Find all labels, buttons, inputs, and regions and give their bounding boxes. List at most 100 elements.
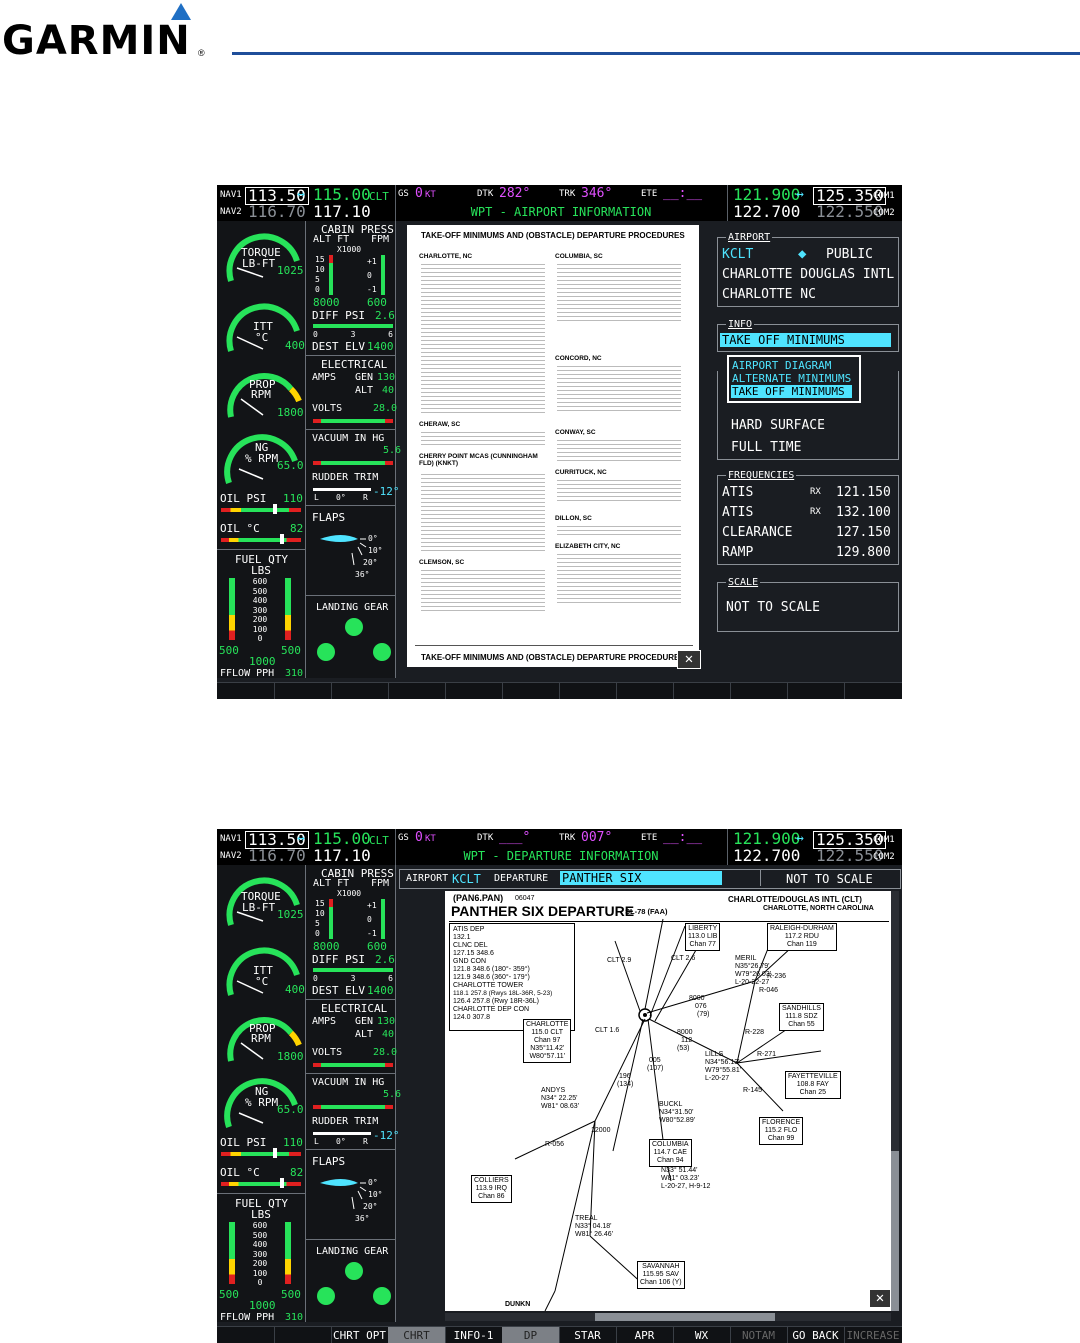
fix-buckl: BUCKL N34°31.50' W80°52.89' [659,1101,696,1124]
nav1-standby-freq[interactable]: 115.00 [313,187,371,203]
cabin-rate-scale: +1 0 -1 [367,901,377,938]
softkey-chrt-opt[interactable]: CHRT OPT [331,1327,389,1343]
com-swap-arrow-icon[interactable]: ↔ [796,832,804,845]
nav2-active-freq[interactable]: 116.70 [248,204,306,220]
departure-selector[interactable]: PANTHER SIX [560,871,722,885]
nav1-label: NAV1 [220,190,242,200]
fuel-qty-unit: LBS [251,564,271,577]
softkey-11[interactable] [787,683,845,699]
com1-standby-freq[interactable]: 121.900 [733,831,800,847]
nav1-standby-freq[interactable]: 115.00 [313,831,371,847]
oil-temp-pointer [280,534,284,544]
softkey-increase[interactable]: INCREASE [844,1327,902,1343]
menu-alternate-minimums[interactable]: ALTERNATE MINIMUMS [732,372,851,385]
route-label: 8000 [677,1029,693,1036]
close-icon[interactable]: ✕ [677,650,701,669]
softkey-3[interactable] [331,683,389,699]
info-dropdown-menu[interactable]: AIRPORT DIAGRAM ALTERNATE MINIMUMS TAKE … [727,355,861,403]
route-label: R-228 [745,1029,765,1036]
dest-elv-value: 1400 [367,984,394,997]
softkey-5[interactable] [445,683,503,699]
softkey-notam[interactable]: NOTAM [730,1327,788,1343]
softkey-info-1[interactable]: INFO-1 [445,1327,503,1343]
rudder-0: 0° [336,1137,346,1146]
fuel-total-value: 1000 [249,1299,276,1312]
com1-standby-freq[interactable]: 121.900 [733,187,800,203]
nav1-label: NAV1 [220,834,242,844]
dest-elv-label: DEST ELV [312,984,365,997]
softkey-10[interactable] [730,683,788,699]
airport-ident[interactable]: KCLT [452,873,481,885]
swap-arrow-icon[interactable]: ↔ [297,832,305,845]
softkey-1[interactable] [217,1327,275,1343]
facility-savannah: SAVANNAH 115.95 SAV Chan 106 (Y) [637,1261,685,1289]
facility-columbia: COLUMBIA 114.7 CAE Chan 94 [649,1139,692,1167]
cabin-alt-bar [329,899,333,939]
softkey-2[interactable] [274,1327,332,1343]
fuel-left-bar [229,1222,235,1284]
airport-ident[interactable]: KCLT [722,248,753,261]
chart-vertical-scrollbar[interactable] [891,891,899,1311]
nav2-standby-freq[interactable]: 117.10 [313,204,371,220]
nav2-active-freq[interactable]: 116.70 [248,848,306,864]
nav2-standby-freq[interactable]: 117.10 [313,848,371,864]
softkey-9[interactable] [673,683,731,699]
softkey-1[interactable] [217,683,275,699]
softkey-go-back[interactable]: GO BACK [787,1327,845,1343]
info-selector[interactable]: TAKE OFF MINIMUMS [720,333,891,347]
freq-value[interactable]: 127.150 [836,526,891,539]
fuel-right-value: 500 [281,1288,301,1301]
registered-mark: ® [198,48,205,58]
vertical-scroll-thumb[interactable] [891,1151,899,1311]
com2-label: COM2 [873,208,895,218]
softkey-4[interactable] [388,683,446,699]
freq-value[interactable]: 132.100 [836,506,891,519]
fuel-right-bar [285,1222,291,1284]
scale-panel: SCALE NOT TO SCALE [717,577,899,632]
ng-unit: % RPM [245,452,279,465]
landing-gear-label: LANDING GEAR [316,602,389,613]
com1-label: COM1 [873,835,895,845]
eis-divider [217,1193,305,1194]
airport-type: PUBLIC [826,247,873,262]
horizontal-scroll-thumb[interactable] [595,1313,775,1321]
fuel-qty-unit: LBS [251,1208,271,1221]
swap-arrow-icon[interactable]: ↔ [297,188,305,201]
menu-airport-diagram[interactable]: AIRPORT DIAGRAM [732,359,831,372]
softkey-7[interactable] [559,683,617,699]
softkey-8[interactable] [616,683,674,699]
cabin-rate-bar [381,255,385,295]
rudder-r: R [363,493,368,502]
softkey-chrt[interactable]: CHRT [388,1327,446,1343]
softkey-dp[interactable]: DP [502,1327,560,1343]
torque-value: 1025 [277,264,304,277]
softkey-star[interactable]: STAR [559,1327,617,1343]
route-label: (53) [677,1045,690,1052]
softkey-wx[interactable]: WX [673,1327,731,1343]
freq-value[interactable]: 129.800 [836,546,891,559]
top-status-bar: NAV1 113.50 ↔ 115.00 CLT NAV2 116.70 117… [217,185,902,221]
menu-take-off-minimums[interactable]: TAKE OFF MINIMUMS [731,385,852,398]
freq-name: ATIS [722,485,754,500]
com2-standby-freq[interactable]: 122.700 [733,848,800,864]
chart-horizontal-scrollbar[interactable] [445,1313,891,1321]
com-swap-arrow-icon[interactable]: ↔ [796,188,804,201]
softkey-2[interactable] [274,683,332,699]
softkey-6[interactable] [502,683,560,699]
facility-colliers: COLLIERS 113.9 IRQ Chan 86 [471,1175,512,1203]
ete-value: __:__ [663,830,703,845]
freq-value[interactable]: 121.150 [836,486,891,499]
departure-chart-page[interactable]: (PAN6.PAN) 06047 PANTHER SIX DEPARTURE S… [445,891,891,1311]
flaps-20: 20° [363,558,378,567]
com2-standby-freq[interactable]: 122.700 [733,204,800,220]
alt-value: 40 [382,385,395,396]
close-icon[interactable]: ✕ [869,1289,891,1308]
softkey-bar [217,682,902,699]
softkey-apr[interactable]: APR [616,1327,674,1343]
gs-value: 0 [415,186,423,201]
com1-label: COM1 [873,191,895,201]
mfd-screen-airport-info: NAV1 113.50 ↔ 115.00 CLT NAV2 116.70 117… [217,185,902,699]
softkey-12[interactable] [844,683,902,699]
takeoff-minimums-page[interactable]: TAKE-OFF MINIMUMS AND (OBSTACLE) DEPARTU… [407,225,699,667]
doc-section-columbia: COLUMBIA, SC [555,253,603,260]
